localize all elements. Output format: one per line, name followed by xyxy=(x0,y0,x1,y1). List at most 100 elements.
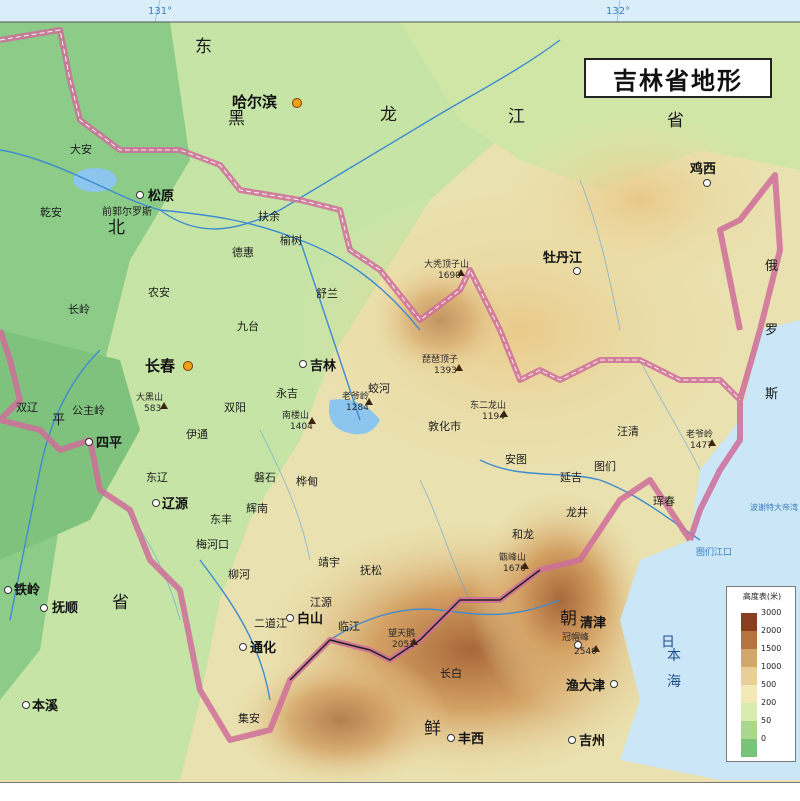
legend-tick: 1000 xyxy=(761,662,782,671)
peak-label: 甑峰山 xyxy=(499,551,526,563)
peak-elev: 1393 xyxy=(434,366,457,376)
city-dot-songyuan xyxy=(136,191,144,199)
peak-label: 老爷岭 xyxy=(342,390,369,402)
county-label: 抚松 xyxy=(360,563,382,577)
county-label: 东丰 xyxy=(210,513,232,526)
city-label-yudajin: 渔大津 xyxy=(566,678,605,694)
elevation-legend: 高度表(米) 3000 2000 1500 1000 500 200 50 0 xyxy=(726,586,796,762)
city-label-liaoyuan: 辽源 xyxy=(162,496,188,512)
county-label: 榆树 xyxy=(280,233,302,247)
bay-label: 波谢特大帝湾 xyxy=(750,502,798,512)
city-label-tieling: 铁岭 xyxy=(13,582,40,598)
peak-label: 望天鹅 xyxy=(388,627,415,639)
city-dot-tieling xyxy=(4,586,12,594)
city-label-jilin: 吉林 xyxy=(310,358,336,374)
map-title: 吉林省地形 xyxy=(613,66,743,95)
city-label-fengxi: 丰西 xyxy=(458,731,484,747)
city-dot-changchun xyxy=(183,361,193,371)
city-dot-tonghua xyxy=(239,643,247,651)
city-dot-harbin xyxy=(292,98,302,108)
city-label-jixi: 鸡西 xyxy=(689,161,716,177)
top-strip xyxy=(0,0,800,22)
legend-tick: 3000 xyxy=(761,608,782,617)
city-label-fushun: 抚顺 xyxy=(52,600,78,616)
county-label: 磐石 xyxy=(254,470,276,484)
peak-label: 南楼山 xyxy=(282,409,309,421)
legend-band xyxy=(741,667,757,685)
county-label: 珲春 xyxy=(653,495,675,508)
county-label: 龙井 xyxy=(566,505,588,519)
legend-band xyxy=(741,613,757,631)
county-label: 和龙 xyxy=(512,528,534,541)
region-label-dong: 东 xyxy=(195,37,212,57)
county-label: 乾安 xyxy=(40,205,62,219)
city-label-qingjin: 清津 xyxy=(580,615,606,631)
city-label-benxi: 本溪 xyxy=(32,698,59,714)
legend-band xyxy=(741,685,757,703)
map-title-box: 吉林省地形 xyxy=(584,58,772,98)
county-label: 梅河口 xyxy=(196,537,229,551)
region-label-si: 斯 xyxy=(765,387,778,402)
sea-label: 海 xyxy=(667,674,681,690)
county-label: 前郭尔罗斯 xyxy=(102,205,152,218)
legend-tick: 50 xyxy=(761,716,772,725)
county-label: 东辽 xyxy=(146,471,168,484)
city-dot-yudajin xyxy=(610,680,618,688)
county-label: 汪清 xyxy=(617,425,639,438)
county-label: 辉南 xyxy=(246,502,268,515)
county-label: 集安 xyxy=(238,711,260,725)
county-label: 舒兰 xyxy=(316,286,338,300)
river-mouth-label: 图们江口 xyxy=(696,546,732,558)
county-label: 图们 xyxy=(594,459,616,473)
city-label-tonghua: 通化 xyxy=(250,640,276,656)
region-label-chao: 朝 xyxy=(560,609,577,629)
sea-label: 日 xyxy=(659,634,675,648)
city-label-songyuan: 松原 xyxy=(148,188,174,204)
county-label: 二道江 xyxy=(254,616,287,630)
county-label: 德惠 xyxy=(232,245,254,259)
county-label: 蛟河 xyxy=(368,381,390,395)
county-label: 长岭 xyxy=(68,302,90,316)
region-label-long: 龙 xyxy=(380,105,397,125)
county-label: 双阳 xyxy=(224,401,246,414)
lake-chagan xyxy=(73,168,117,192)
city-label-harbin: 哈尔滨 xyxy=(232,93,277,111)
region-label-xian: 鲜 xyxy=(424,719,441,739)
legend-band xyxy=(741,721,757,739)
region-label-jiang: 江 xyxy=(508,107,525,127)
legend-band xyxy=(741,739,757,757)
county-label: 伊通 xyxy=(186,428,208,441)
grid-label-131: 131° xyxy=(148,6,172,17)
legend-tick: 0 xyxy=(761,734,767,743)
sea-label: 本 xyxy=(667,648,681,664)
terrain-map: 131° 132° 东 黑 龙 江 省 北 朝 鲜 省 平 俄 罗 斯 哈尔滨 … xyxy=(0,0,800,800)
county-label: 农安 xyxy=(148,285,170,299)
region-label-e: 俄 xyxy=(765,259,778,274)
peak-label: 冠帽峰 xyxy=(562,631,589,643)
region-label-bei: 北 xyxy=(108,218,125,238)
city-dot-baishan xyxy=(286,614,294,622)
legend-band xyxy=(741,649,757,667)
county-label: 双辽 xyxy=(16,401,38,414)
peak-label: 大秃顶子山 xyxy=(424,258,469,270)
county-label: 公主岭 xyxy=(72,403,105,417)
legend-tick: 500 xyxy=(761,680,777,689)
decorative-border xyxy=(0,782,800,801)
county-label: 靖宇 xyxy=(318,556,340,569)
legend-band xyxy=(741,703,757,721)
city-dot-liaoyuan xyxy=(152,499,160,507)
city-dot-fengxi xyxy=(447,734,455,742)
region-label-luo: 罗 xyxy=(765,323,778,338)
legend-tick: 2000 xyxy=(761,626,782,635)
legend-tick: 1500 xyxy=(761,644,782,653)
county-label: 柳河 xyxy=(228,567,250,581)
peak-label: 大黑山 xyxy=(136,391,163,403)
county-label: 扶余 xyxy=(258,209,280,223)
region-label-sheng-liaoning: 省 xyxy=(112,593,129,613)
grid-label-132: 132° xyxy=(606,6,630,17)
legend-band xyxy=(741,631,757,649)
city-dot-jizhou xyxy=(568,736,576,744)
city-dot-benxi xyxy=(22,701,30,709)
county-label: 九台 xyxy=(237,319,259,333)
peak-elev: 583 xyxy=(144,404,161,414)
